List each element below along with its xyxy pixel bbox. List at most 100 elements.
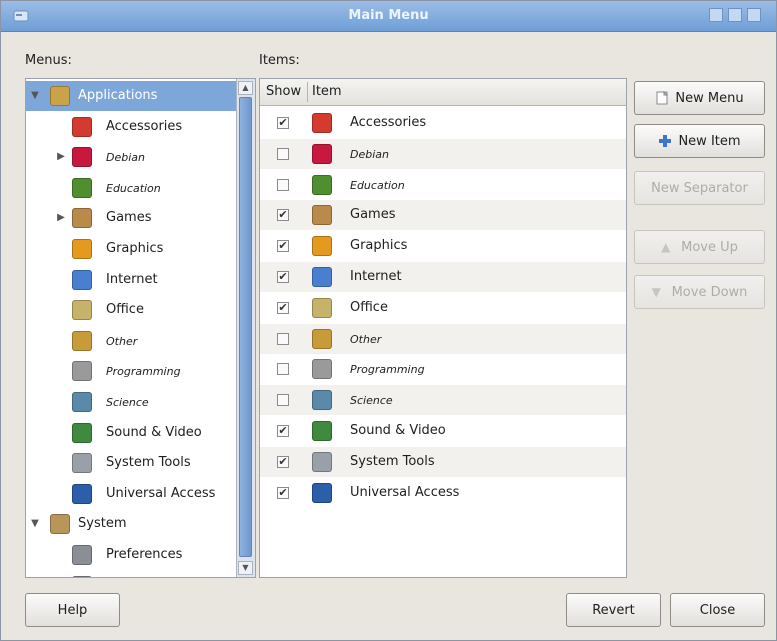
tree-row[interactable]: Internet xyxy=(26,265,236,295)
tree-row[interactable]: Office xyxy=(26,295,236,325)
games-icon xyxy=(72,208,92,229)
table-row[interactable]: Debian xyxy=(260,138,626,169)
games-icon xyxy=(312,205,332,226)
scroll-down-arrow-icon[interactable]: ▼ xyxy=(238,561,253,575)
show-column-header[interactable]: Show xyxy=(266,84,301,99)
title-bar[interactable]: Main Menu xyxy=(1,1,776,32)
close-label: Close xyxy=(699,602,736,618)
scrollbar-thumb[interactable] xyxy=(239,97,252,557)
help-label: Help xyxy=(57,602,88,618)
table-row[interactable]: Science xyxy=(260,385,626,416)
tree-row[interactable]: Accessories xyxy=(26,112,236,142)
show-checkbox[interactable]: ✔ xyxy=(277,301,289,314)
column-separator xyxy=(307,82,308,102)
graphics-icon xyxy=(312,236,332,257)
move-up-button[interactable]: ▲ Move Up xyxy=(634,230,765,264)
tree-item-label: Universal Access xyxy=(106,485,216,501)
table-row[interactable]: ✔ Games xyxy=(260,200,626,231)
close-button[interactable]: Close xyxy=(670,593,765,627)
item-column-header[interactable]: Item xyxy=(312,84,342,99)
debian-icon xyxy=(312,143,332,164)
maximize-button[interactable] xyxy=(728,8,742,22)
item-label: Sound & Video xyxy=(350,423,446,438)
new-separator-button[interactable]: New Separator xyxy=(634,171,765,205)
show-checkbox[interactable] xyxy=(277,363,289,376)
item-label: Universal Access xyxy=(350,484,460,500)
tree-item-label: Education xyxy=(106,181,161,195)
show-checkbox[interactable]: ✔ xyxy=(277,209,289,222)
education-icon xyxy=(72,177,92,198)
system-tools-icon xyxy=(312,451,332,472)
tree-item-label: Programming xyxy=(106,365,181,379)
tree-row[interactable]: ▼ System xyxy=(26,509,236,539)
expander-open-icon[interactable]: ▼ xyxy=(30,90,40,101)
move-down-button[interactable]: ▼ Move Down xyxy=(634,275,765,309)
arrow-up-icon: ▲ xyxy=(661,240,671,254)
new-item-button[interactable]: New Item xyxy=(634,124,765,158)
show-checkbox[interactable]: ✔ xyxy=(277,271,289,283)
show-checkbox[interactable] xyxy=(277,332,289,345)
new-separator-label: New Separator xyxy=(651,180,748,196)
close-window-button[interactable] xyxy=(747,8,761,22)
scroll-up-arrow-icon[interactable]: ▲ xyxy=(238,81,253,95)
tree-row[interactable]: Universal Access xyxy=(26,479,236,509)
programming-icon xyxy=(72,361,92,382)
table-row[interactable]: ✔ Universal Access xyxy=(260,478,626,508)
help-button[interactable]: Help xyxy=(25,593,120,627)
table-row[interactable]: Programming xyxy=(260,354,626,384)
table-row[interactable]: Education xyxy=(260,170,626,200)
expander-open-icon[interactable]: ▼ xyxy=(30,518,40,529)
show-checkbox[interactable]: ✔ xyxy=(277,486,289,499)
table-row[interactable]: ✔ System Tools xyxy=(260,446,626,477)
tree-row[interactable]: Education xyxy=(26,173,236,203)
table-row[interactable]: ✔ Accessories xyxy=(260,108,626,138)
tree-row[interactable]: System Tools xyxy=(26,448,236,478)
new-menu-button[interactable]: New Menu xyxy=(634,81,765,115)
universal-access-icon xyxy=(72,483,92,504)
expander-closed-icon[interactable]: ▶ xyxy=(56,151,66,162)
plus-icon xyxy=(658,134,672,148)
internet-icon xyxy=(72,269,92,290)
other-icon xyxy=(312,328,332,349)
tree-row[interactable]: Programming xyxy=(26,356,236,386)
tree-row[interactable]: ▶ Games xyxy=(26,203,236,233)
show-checkbox[interactable]: ✔ xyxy=(277,425,289,437)
show-checkbox[interactable] xyxy=(277,147,289,160)
show-checkbox[interactable]: ✔ xyxy=(277,240,289,253)
revert-button[interactable]: Revert xyxy=(566,593,661,627)
tree-row[interactable]: Other xyxy=(26,326,236,356)
item-label: Debian xyxy=(350,147,389,161)
show-checkbox[interactable]: ✔ xyxy=(277,117,289,129)
item-label: Graphics xyxy=(350,238,408,254)
tree-item-label: Games xyxy=(106,210,152,226)
tree-row[interactable]: Science xyxy=(26,387,236,417)
other-icon xyxy=(72,330,92,351)
tree-row[interactable]: Preferences xyxy=(26,540,236,570)
tree-row[interactable]: Administration xyxy=(26,571,236,577)
item-label: Accessories xyxy=(350,115,427,130)
show-checkbox[interactable]: ✔ xyxy=(277,455,289,468)
office-icon xyxy=(72,300,92,321)
new-item-label: New Item xyxy=(678,133,741,149)
table-row[interactable]: Other xyxy=(260,323,626,354)
show-checkbox[interactable] xyxy=(277,178,289,191)
table-row[interactable]: ✔ Sound & Video xyxy=(260,416,626,446)
menus-scrollbar[interactable]: ▲ ▼ xyxy=(236,79,255,577)
tree-item-label: Office xyxy=(106,302,144,318)
applications-icon xyxy=(50,86,70,106)
table-row[interactable]: ✔ Office xyxy=(260,293,626,323)
tree-row[interactable]: ▼ Applications xyxy=(26,81,236,111)
table-row[interactable]: ✔ Graphics xyxy=(260,231,626,261)
menus-tree[interactable]: ▼ Applications Accessories ▶ Debian Education… xyxy=(25,78,256,578)
items-table[interactable]: Show Item ✔ Accessories Debian Education ✔ Ga… xyxy=(259,78,627,578)
debian-icon xyxy=(72,147,92,168)
tree-row[interactable]: Sound & Video xyxy=(26,418,236,448)
tree-row[interactable]: Graphics xyxy=(26,234,236,264)
tree-row[interactable]: ▶ Debian xyxy=(26,142,236,172)
table-row[interactable]: ✔ Internet xyxy=(260,262,626,292)
revert-label: Revert xyxy=(592,602,635,618)
show-checkbox[interactable] xyxy=(277,394,289,407)
expander-closed-icon[interactable]: ▶ xyxy=(56,212,66,223)
minimize-button[interactable] xyxy=(709,8,723,22)
item-label: Other xyxy=(350,332,382,346)
